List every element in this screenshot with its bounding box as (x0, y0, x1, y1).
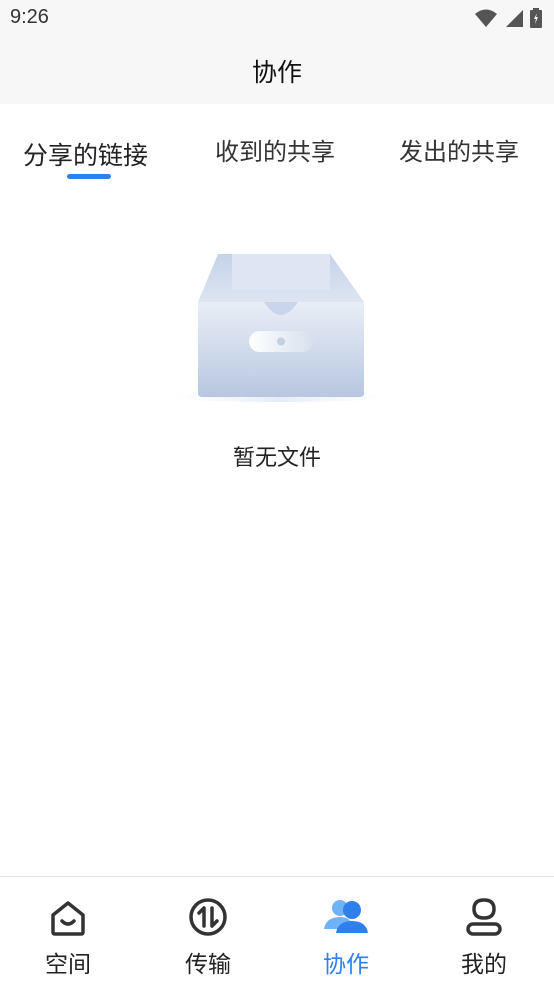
status-time: 9:26 (10, 6, 49, 28)
tab-shared-links[interactable]: 分享的链接 (23, 136, 148, 172)
nav-label-profile: 我的 (461, 952, 507, 978)
nav-item-space[interactable]: 空间 (8, 895, 128, 979)
active-tab-indicator (67, 174, 111, 179)
nav-label-collaboration: 协作 (323, 952, 369, 978)
profile-icon (466, 898, 502, 936)
nav-item-collaboration[interactable]: 协作 (286, 895, 406, 979)
status-icons (474, 8, 542, 28)
nav-label-space: 空间 (45, 952, 91, 978)
tab-received-shares[interactable]: 收到的共享 (215, 132, 335, 167)
space-home-icon (51, 901, 85, 936)
app-bar: 协作 (0, 36, 554, 104)
collaboration-users-icon (324, 900, 368, 933)
page-title: 协作 (251, 58, 302, 87)
nav-item-transfer[interactable]: 传输 (148, 895, 268, 979)
tab-sent-shares[interactable]: 发出的共享 (399, 132, 519, 167)
transfer-icon (189, 898, 227, 936)
battery-icon (530, 8, 542, 28)
bottom-navigation: 空间 传输 协作 我的 (0, 876, 554, 984)
empty-box-icon (166, 250, 392, 410)
status-bar: 9:26 (0, 0, 554, 36)
nav-item-profile[interactable]: 我的 (424, 895, 544, 979)
wifi-icon (475, 9, 497, 27)
signal-icon (506, 10, 523, 27)
nav-label-transfer: 传输 (185, 952, 231, 978)
tab-bar: 分享的链接 收到的共享 发出的共享 (0, 104, 554, 184)
empty-state-text: 暂无文件 (232, 446, 321, 471)
